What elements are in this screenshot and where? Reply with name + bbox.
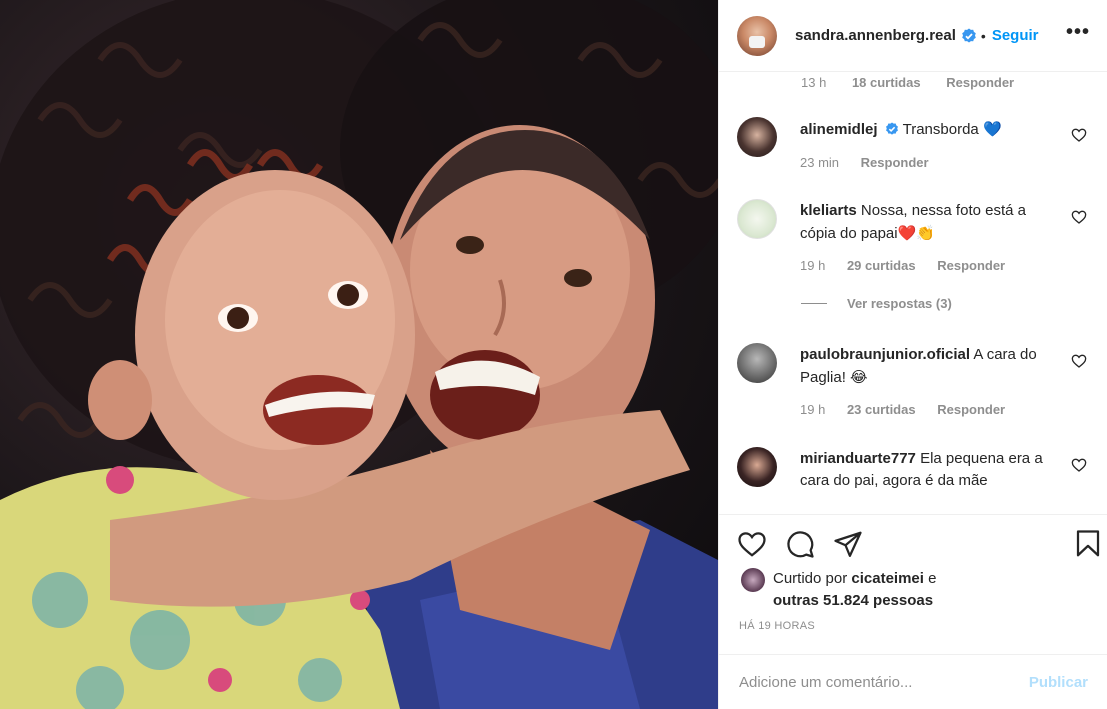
follow-button[interactable]: Seguir [992, 27, 1039, 44]
verified-icon [885, 122, 898, 135]
commenter-username[interactable]: mirianduarte777 [800, 450, 916, 467]
comment-time: 19 h [800, 402, 826, 417]
comment-text: Transborda [902, 121, 979, 138]
heart-icon[interactable] [737, 529, 767, 559]
view-replies-button[interactable]: Ver respostas (3) [801, 296, 952, 311]
commenter-avatar[interactable] [737, 447, 777, 487]
commenter-username[interactable]: kleliarts [800, 202, 857, 219]
comment-body: alinemidlej Transborda 💙 [800, 118, 1064, 141]
like-comment-heart-icon[interactable] [1071, 353, 1087, 369]
add-comment-bar: Publicar [719, 654, 1107, 709]
commenter-avatar[interactable] [737, 199, 777, 239]
publish-button[interactable]: Publicar [1029, 674, 1088, 691]
comment-body: kleliarts Nossa, nessa foto está a cópia… [800, 200, 1064, 245]
comment-likes[interactable]: 18 curtidas [852, 75, 921, 90]
comment-meta: 23 min Responder [800, 155, 947, 170]
reply-button[interactable]: Responder [937, 258, 1005, 273]
commenter-avatar[interactable] [737, 343, 777, 383]
like-comment-heart-icon[interactable] [1071, 457, 1087, 473]
comment-likes[interactable]: 23 curtidas [847, 402, 916, 417]
author-avatar[interactable] [737, 15, 777, 56]
post-actions [719, 514, 1107, 570]
laughing-emoji: 😂 [850, 368, 868, 386]
comment-input[interactable] [739, 673, 1029, 691]
comment-time: 19 h [800, 258, 826, 273]
comment-meta: 19 h 23 curtidas Responder [800, 402, 1023, 417]
comments-list[interactable]: 13 h 18 curtidas Responder alinemidlej T… [719, 72, 1107, 514]
comment-time: 13 h [801, 75, 827, 90]
likes-prefix: Curtido por [773, 570, 848, 587]
commenter-username[interactable]: alinemidlej [800, 121, 878, 138]
liker-avatar[interactable] [741, 568, 765, 592]
comment-icon[interactable] [785, 529, 815, 559]
previous-comment-meta: 13 h 18 curtidas Responder [801, 75, 1036, 90]
share-icon[interactable] [833, 529, 863, 559]
comment-meta: 19 h 29 curtidas Responder [800, 258, 1023, 273]
post-photo[interactable] [0, 0, 718, 709]
reply-button[interactable]: Responder [861, 155, 929, 170]
comment-body: paulobraunjunior.oficial A cara do Pagli… [800, 344, 1064, 389]
comment-likes[interactable]: 29 curtidas [847, 258, 916, 273]
likes-text: Curtido por cicateimei e outras 51.824 p… [773, 568, 1073, 612]
heart-clap-emoji: ❤️👏 [897, 224, 935, 242]
commenter-avatar[interactable] [737, 117, 777, 157]
author-username[interactable]: sandra.annenberg.real [795, 27, 956, 44]
likes-conjunction: e [928, 570, 937, 587]
reply-button[interactable]: Responder [946, 75, 1014, 90]
post-side-panel: sandra.annenberg.real • Seguir ••• 13 h … [718, 0, 1107, 709]
more-icon[interactable]: ••• [1066, 22, 1090, 45]
liker-username[interactable]: cicateimei [851, 570, 924, 587]
photo-illustration [0, 0, 718, 709]
blue-heart-emoji: 💙 [982, 120, 1002, 138]
post-timestamp[interactable]: HÁ 19 HORAS [739, 620, 815, 632]
comment-time: 23 min [800, 155, 840, 170]
comment-body: mirianduarte777 Ela pequena era a cara d… [800, 448, 1064, 492]
likes-count[interactable]: outras 51.824 pessoas [773, 592, 933, 609]
like-comment-heart-icon[interactable] [1071, 127, 1087, 143]
like-comment-heart-icon[interactable] [1071, 209, 1087, 225]
bookmark-icon[interactable] [1073, 529, 1103, 559]
view-replies-label: Ver respostas (3) [847, 296, 952, 311]
replies-divider [801, 303, 827, 304]
reply-button[interactable]: Responder [937, 402, 1005, 417]
separator-dot: • [980, 27, 986, 44]
post-header: sandra.annenberg.real • Seguir ••• [719, 0, 1107, 72]
commenter-username[interactable]: paulobraunjunior.oficial [800, 346, 970, 363]
verified-icon [962, 28, 976, 42]
